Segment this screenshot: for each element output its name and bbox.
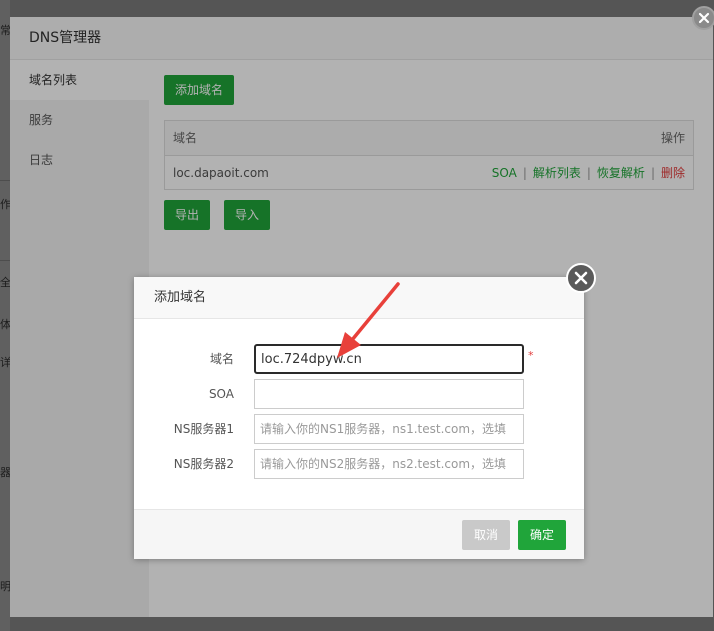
form-row-ns2: NS服务器2 (134, 449, 584, 479)
dialog-title: 添加域名 (134, 277, 584, 319)
soa-label: SOA (208, 387, 234, 401)
ns2-label: NS服务器2 (173, 457, 234, 471)
domain-input[interactable] (254, 344, 524, 374)
form-row-domain: 域名 * (134, 344, 584, 374)
add-domain-dialog: 添加域名 域名 * SOA NS服务器1 NS服务器2 取消 确定 (134, 263, 596, 559)
form-row-ns1: NS服务器1 (134, 414, 584, 444)
confirm-button[interactable]: 确定 (518, 520, 566, 550)
close-icon (698, 12, 710, 24)
cancel-button[interactable]: 取消 (462, 520, 510, 550)
form-row-soa: SOA (134, 379, 584, 409)
domain-label: 域名 (209, 352, 234, 366)
window-close-button[interactable] (692, 6, 714, 30)
close-icon (574, 271, 588, 285)
ns2-input[interactable] (254, 449, 524, 479)
required-mark: * (528, 349, 534, 362)
dialog-close-button[interactable] (566, 263, 596, 293)
ns1-label: NS服务器1 (173, 422, 234, 436)
soa-input[interactable] (254, 379, 524, 409)
dialog-footer: 取消 确定 (134, 509, 584, 559)
ns1-input[interactable] (254, 414, 524, 444)
